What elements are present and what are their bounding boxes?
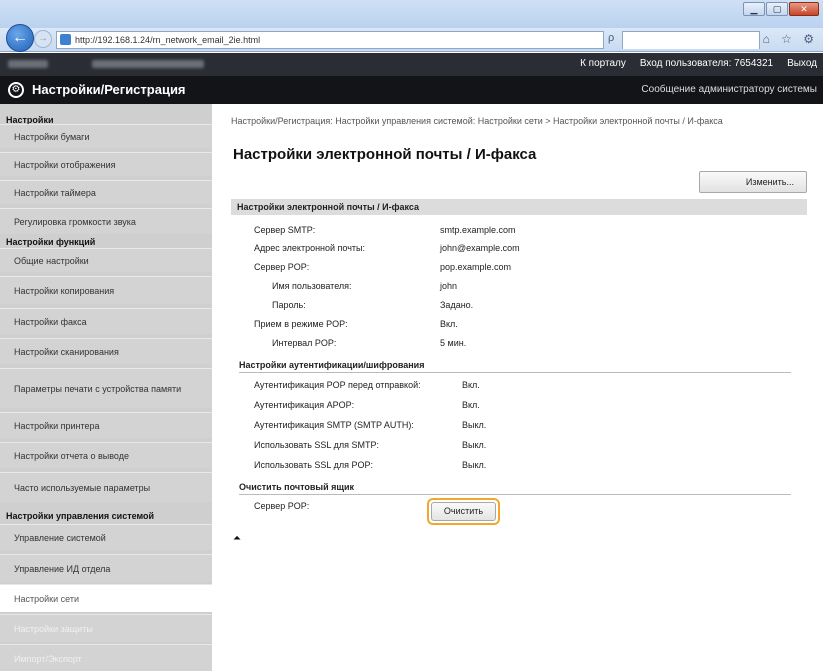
sidebar-item-security[interactable]: Настройки защиты [0,614,212,642]
app-header: ⚙ Настройки/Регистрация Сообщение админи… [0,76,823,104]
setting-label: Имя пользователя: [272,281,352,291]
window-controls: ▁ ▢ ✕ [743,2,819,16]
sidebar-item-system-management[interactable]: Управление системой [0,524,212,550]
sidebar-item-fax[interactable]: Настройки факса [0,308,212,334]
sidebar-item-common[interactable]: Общие настройки [0,248,212,272]
sidebar-item-network[interactable]: Настройки сети [0,584,212,612]
setting-value: Вкл. [462,380,480,390]
sidebar: Настройки Настройки бумаги Настройки ото… [0,104,212,671]
setting-label: Аутентификация SMTP (SMTP AUTH): [254,420,414,430]
browser-navbar: ← → http://192.168.1.24/rn_network_email… [0,24,823,52]
setting-value: smtp.example.com [440,225,516,235]
sidebar-item-copy[interactable]: Настройки копирования [0,276,212,304]
sidebar-item-volume[interactable]: Регулировка громкости звука [0,208,212,234]
sidebar-item-favorites[interactable]: Часто используемые параметры [0,472,212,502]
sidebar-item-department-id[interactable]: Управление ИД отдела [0,554,212,582]
sidebar-item-display[interactable]: Настройки отображения [0,152,212,176]
admin-message-link[interactable]: Сообщение администратору системы [641,84,817,95]
app-title: Настройки/Регистрация [32,82,186,97]
setting-value: john [440,281,458,291]
breadcrumb: Настройки/Регистрация: Настройки управле… [231,116,723,126]
browser-tab[interactable] [622,31,760,49]
blurred-text [8,60,48,68]
sidebar-item-memory-print[interactable]: Параметры печати с устройства памяти [0,368,212,408]
clear-mailbox-header: Очистить почтовый ящик [239,482,791,495]
setting-value: Выкл. [462,420,487,430]
browser-toolbar-icons[interactable]: ⌂ ☆ ⚙ [763,32,818,46]
clear-button[interactable]: Очистить [431,502,496,521]
portal-link[interactable]: К порталу [580,58,626,69]
tab-strip: ⌂ ☆ ⚙ [622,31,818,49]
setting-label: Использовать SSL для POP: [254,460,373,470]
setting-value: Вкл. [462,400,480,410]
setting-label: Использовать SSL для SMTP: [254,440,379,450]
blurred-text [92,60,204,68]
login-user-text: Вход пользователя: 7654321 [639,58,774,69]
sidebar-item-paper[interactable]: Настройки бумаги [0,124,212,148]
setting-value: Выкл. [462,440,487,450]
setting-label: Сервер SMTP: [254,225,316,235]
top-header: К порталу Вход пользователя: 7654321 Вых… [0,53,823,76]
setting-value: Задано. [440,300,474,310]
edit-button[interactable]: Изменить... [699,171,807,193]
main-content: Настройки/Регистрация: Настройки управле… [212,104,823,671]
auth-section-header: Настройки аутентификации/шифрования [239,360,791,373]
section-header: Настройки электронной почты / И-факса [231,199,807,215]
clear-label: Сервер POP: [254,501,310,511]
setting-value: john@example.com [440,243,520,253]
page-title: Настройки электронной почты / И-факса [233,146,537,163]
setting-label: Сервер POP: [254,262,310,272]
address-url: http://192.168.1.24/rn_network_email_2ie… [75,35,261,45]
scroll-top-icon[interactable]: ⏶ [233,534,243,544]
browser-titlebar: ▁ ▢ ✕ [0,0,823,30]
setting-value: pop.example.com [440,262,512,272]
sidebar-item-import-export[interactable]: Импорт/Экспорт [0,644,212,671]
sidebar-item-timer[interactable]: Настройки таймера [0,180,212,204]
page-favicon-icon [60,34,71,45]
back-arrow-icon[interactable]: ← [6,24,34,52]
sidebar-section-title: Настройки управления системой [6,511,155,521]
minimize-icon[interactable]: ▁ [743,2,765,16]
sidebar-item-scan[interactable]: Настройки сканирования [0,338,212,364]
sidebar-item-output-report[interactable]: Настройки отчета о выводе [0,442,212,468]
forward-arrow-icon[interactable]: → [34,30,52,48]
setting-label: Интервал POP: [272,338,337,348]
setting-value: 5 мин. [440,338,467,348]
sidebar-item-printer[interactable]: Настройки принтера [0,412,212,438]
logout-link[interactable]: Выход [787,58,817,69]
setting-label: Адрес электронной почты: [254,243,366,253]
setting-value: Вкл. [440,319,458,329]
maximize-icon[interactable]: ▢ [766,2,788,16]
setting-label: Прием в режиме POP: [254,319,348,329]
settings-logo-icon: ⚙ [8,82,24,98]
setting-label: Аутентификация APOP: [254,400,355,410]
setting-value: Выкл. [462,460,487,470]
close-icon[interactable]: ✕ [789,2,819,16]
address-bar[interactable]: http://192.168.1.24/rn_network_email_2ie… [56,31,604,49]
setting-label: Аутентификация POP перед отправкой: [254,380,421,390]
setting-label: Пароль: [272,300,306,310]
clear-button-highlight: Очистить [427,498,500,525]
